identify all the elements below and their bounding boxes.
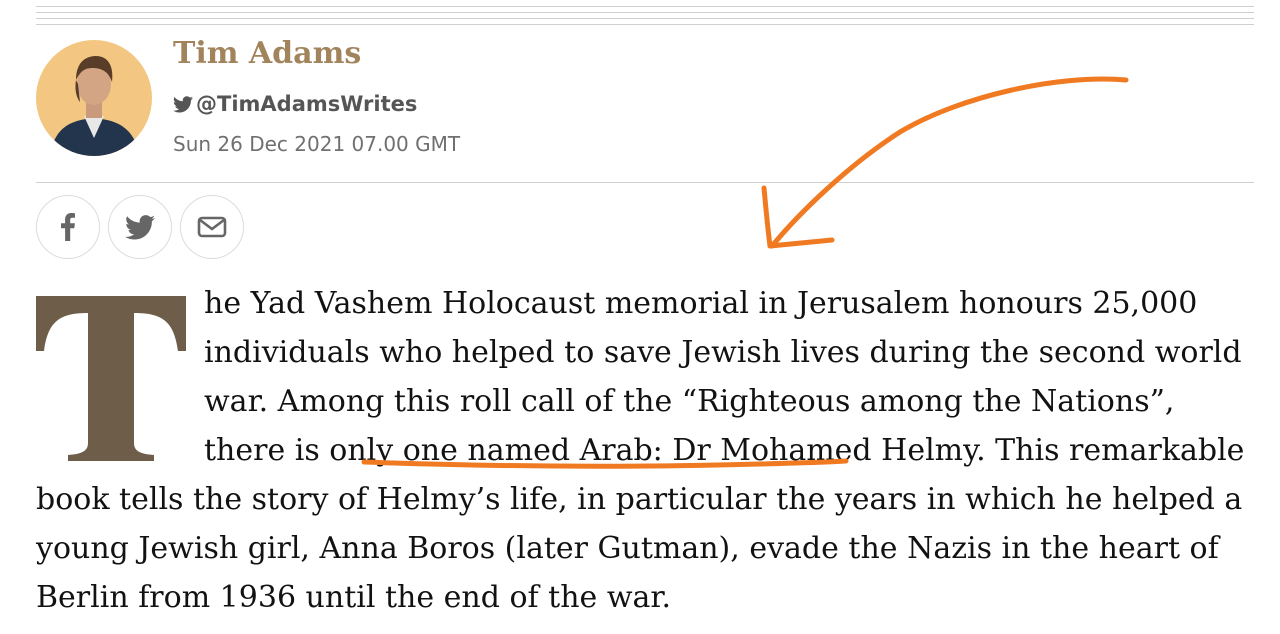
facebook-icon	[61, 213, 75, 241]
share-buttons	[36, 195, 244, 259]
annotation-arrow-shaft	[769, 76, 1129, 249]
author-twitter-link[interactable]: @TimAdamsWrites	[173, 92, 417, 116]
author-avatar[interactable]	[36, 40, 152, 156]
annotation-arrow-head-1	[761, 185, 773, 249]
article-body: T he Yad Vashem Holocaust memorial in Je…	[36, 279, 1248, 622]
header-rules	[36, 6, 1254, 30]
article-text-start: he Yad Vashem Holocaust memorial in Jeru…	[204, 286, 1242, 419]
twitter-share-button[interactable]	[108, 195, 172, 259]
facebook-share-button[interactable]	[36, 195, 100, 259]
twitter-icon	[173, 95, 193, 112]
twitter-icon	[125, 214, 155, 239]
publish-date: Sun 26 Dec 2021 07.00 GMT	[173, 132, 461, 156]
highlighted-phrase: there is only one named Arab:	[204, 433, 663, 468]
author-name[interactable]: Tim Adams	[173, 36, 361, 71]
divider	[36, 182, 1254, 183]
drop-cap: T	[36, 296, 186, 461]
twitter-handle[interactable]: @TimAdamsWrites	[196, 92, 417, 116]
email-share-button[interactable]	[180, 195, 244, 259]
email-icon	[197, 216, 227, 238]
annotation-arrow-head-2	[767, 237, 835, 249]
